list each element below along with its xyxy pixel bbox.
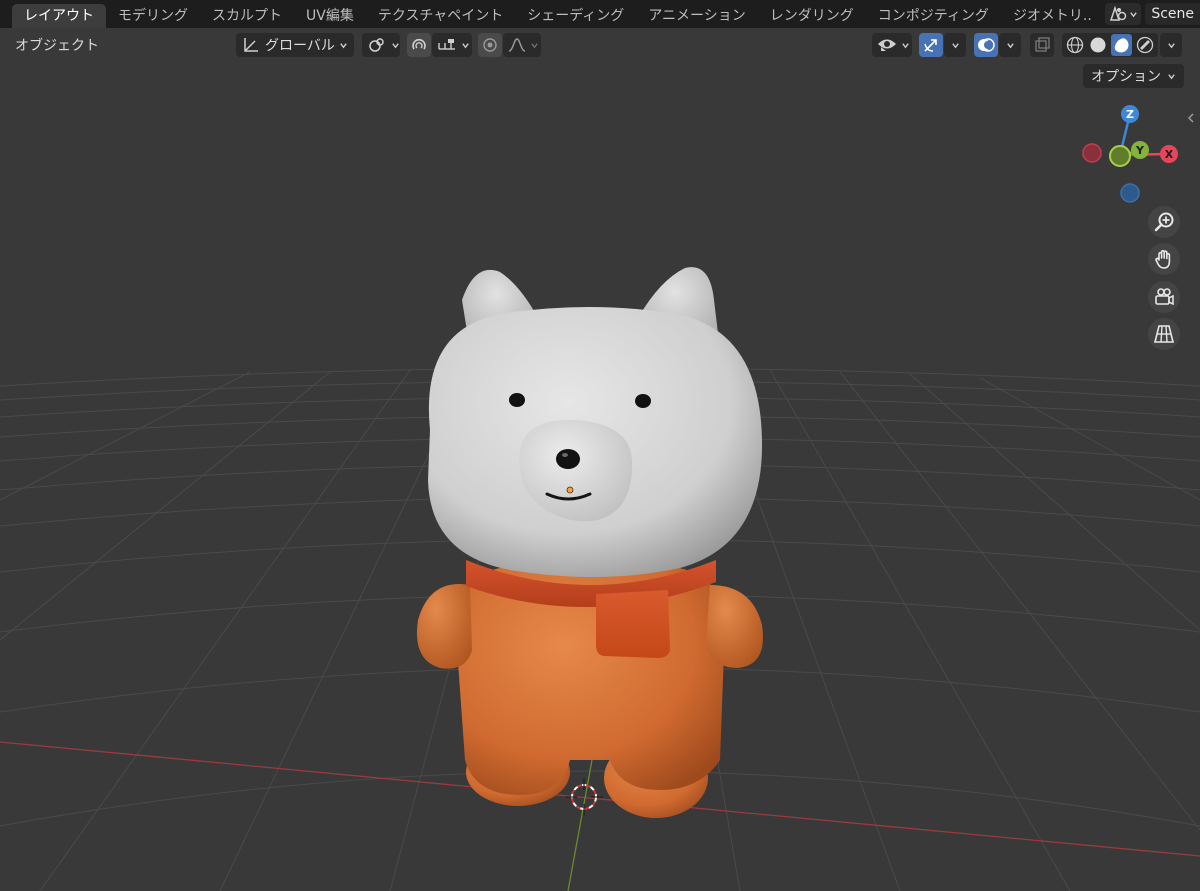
wireframe-shading-icon[interactable]	[1065, 35, 1085, 55]
scene-selector: Scene	[1105, 0, 1200, 28]
overlays-toggle[interactable]	[974, 33, 998, 57]
object-origin-dot	[566, 486, 574, 494]
perspective-toggle-button[interactable]	[1148, 318, 1180, 350]
nose	[556, 449, 580, 469]
left-eye	[509, 393, 525, 407]
object-visibility-dropdown[interactable]	[872, 33, 912, 57]
overlay-circles-icon	[977, 36, 995, 54]
magnet-icon	[410, 36, 428, 54]
chevron-down-icon	[461, 41, 470, 50]
scarf-tail	[596, 590, 670, 658]
gizmo-icon	[922, 36, 940, 54]
y-axis-label: Y	[1135, 144, 1145, 157]
object-menu[interactable]: オブジェクト	[10, 33, 104, 57]
chevron-down-icon	[901, 41, 910, 50]
pan-button[interactable]	[1148, 243, 1180, 275]
orientation-axes-icon	[241, 36, 261, 54]
proportional-edit-icon	[482, 37, 498, 53]
navigation-gizmo[interactable]: Y Z X	[1078, 100, 1188, 210]
eye-icon	[877, 37, 897, 53]
gizmo-dropdown[interactable]	[944, 33, 966, 57]
right-eye	[635, 394, 651, 408]
camera-view-button[interactable]	[1148, 281, 1180, 313]
zoom-magnifier-icon	[1153, 211, 1175, 233]
chevron-down-icon	[1167, 72, 1176, 81]
snap-target-dropdown[interactable]	[432, 33, 472, 57]
chevron-down-icon	[951, 41, 960, 50]
workspace-tab[interactable]: レイアウト	[12, 4, 106, 28]
options-label: オプション	[1091, 69, 1161, 85]
snap-increment-icon	[437, 37, 457, 53]
x-axis-label: X	[1165, 148, 1174, 161]
workspace-tab[interactable]: シェーディング	[515, 4, 636, 28]
viewport-header: オブジェクト グローバル	[0, 28, 1200, 62]
chevron-down-icon	[530, 41, 539, 50]
chevron-down-icon	[1129, 10, 1138, 19]
grid-perspective-icon	[1153, 323, 1175, 345]
scene-icon	[1109, 6, 1127, 22]
transform-orientation-label: グローバル	[265, 38, 335, 54]
transform-orientation-dropdown[interactable]: グローバル	[236, 33, 354, 57]
shading-options-dropdown[interactable]	[1160, 33, 1182, 57]
rendered-shading-icon[interactable]	[1135, 35, 1155, 55]
xray-icon	[1034, 37, 1050, 53]
chevron-down-icon	[1006, 41, 1015, 50]
overlays-dropdown[interactable]	[999, 33, 1021, 57]
workspace-tabs: レイアウト モデリング スカルプト UV編集 テクスチャペイント シェーディング アニメーシ…	[0, 0, 1106, 28]
falloff-curve-icon	[508, 37, 526, 53]
workspace-tab[interactable]: スカルプト	[200, 4, 294, 28]
negative-z-axis-handle[interactable]	[1120, 183, 1140, 203]
workspace-tab[interactable]: アニメーション	[636, 4, 757, 28]
3d-viewport[interactable]	[0, 62, 1200, 891]
zoom-button[interactable]	[1148, 206, 1180, 238]
snap-toggle[interactable]	[407, 33, 431, 57]
camera-icon	[1153, 286, 1175, 308]
scene-browse-button[interactable]	[1105, 3, 1142, 25]
solid-shading-icon[interactable]	[1088, 35, 1108, 55]
object-menu-label: オブジェクト	[15, 38, 99, 54]
proportional-falloff-dropdown[interactable]	[503, 33, 541, 57]
negative-y-axis-handle[interactable]	[1109, 145, 1131, 167]
workspace-tab[interactable]: モデリング	[106, 4, 200, 28]
scene-name-field[interactable]: Scene	[1145, 3, 1200, 25]
pivot-point-dropdown[interactable]	[362, 33, 400, 57]
shading-mode-group	[1062, 33, 1158, 57]
options-dropdown[interactable]: オプション	[1083, 64, 1184, 88]
pivot-icon	[367, 36, 387, 54]
workspace-tab[interactable]: レンダリング	[758, 4, 866, 28]
workspace-tab[interactable]: コンポジティング	[866, 4, 1001, 28]
workspace-tab[interactable]: UV編集	[294, 4, 366, 28]
workspace-tab[interactable]: テクスチャペイント	[366, 4, 515, 28]
material-preview-shading-icon[interactable]	[1110, 34, 1133, 56]
chevron-down-icon	[391, 41, 400, 50]
negative-x-axis-handle[interactable]	[1082, 143, 1102, 163]
hand-icon	[1153, 248, 1175, 270]
gizmo-toggle[interactable]	[919, 33, 943, 57]
bear-character-model[interactable]	[416, 267, 763, 818]
chevron-down-icon	[1167, 41, 1176, 50]
xray-toggle[interactable]	[1030, 33, 1054, 57]
z-axis-label: Z	[1126, 108, 1134, 121]
workspace-tab-bar: レイアウト モデリング スカルプト UV編集 テクスチャペイント シェーディング アニメーシ…	[0, 0, 1200, 28]
viewport-canvas	[0, 62, 1200, 891]
workspace-tab[interactable]: ジオメトリ..	[1001, 4, 1104, 28]
chevron-down-icon	[339, 41, 348, 50]
proportional-editing-toggle[interactable]	[478, 33, 502, 57]
